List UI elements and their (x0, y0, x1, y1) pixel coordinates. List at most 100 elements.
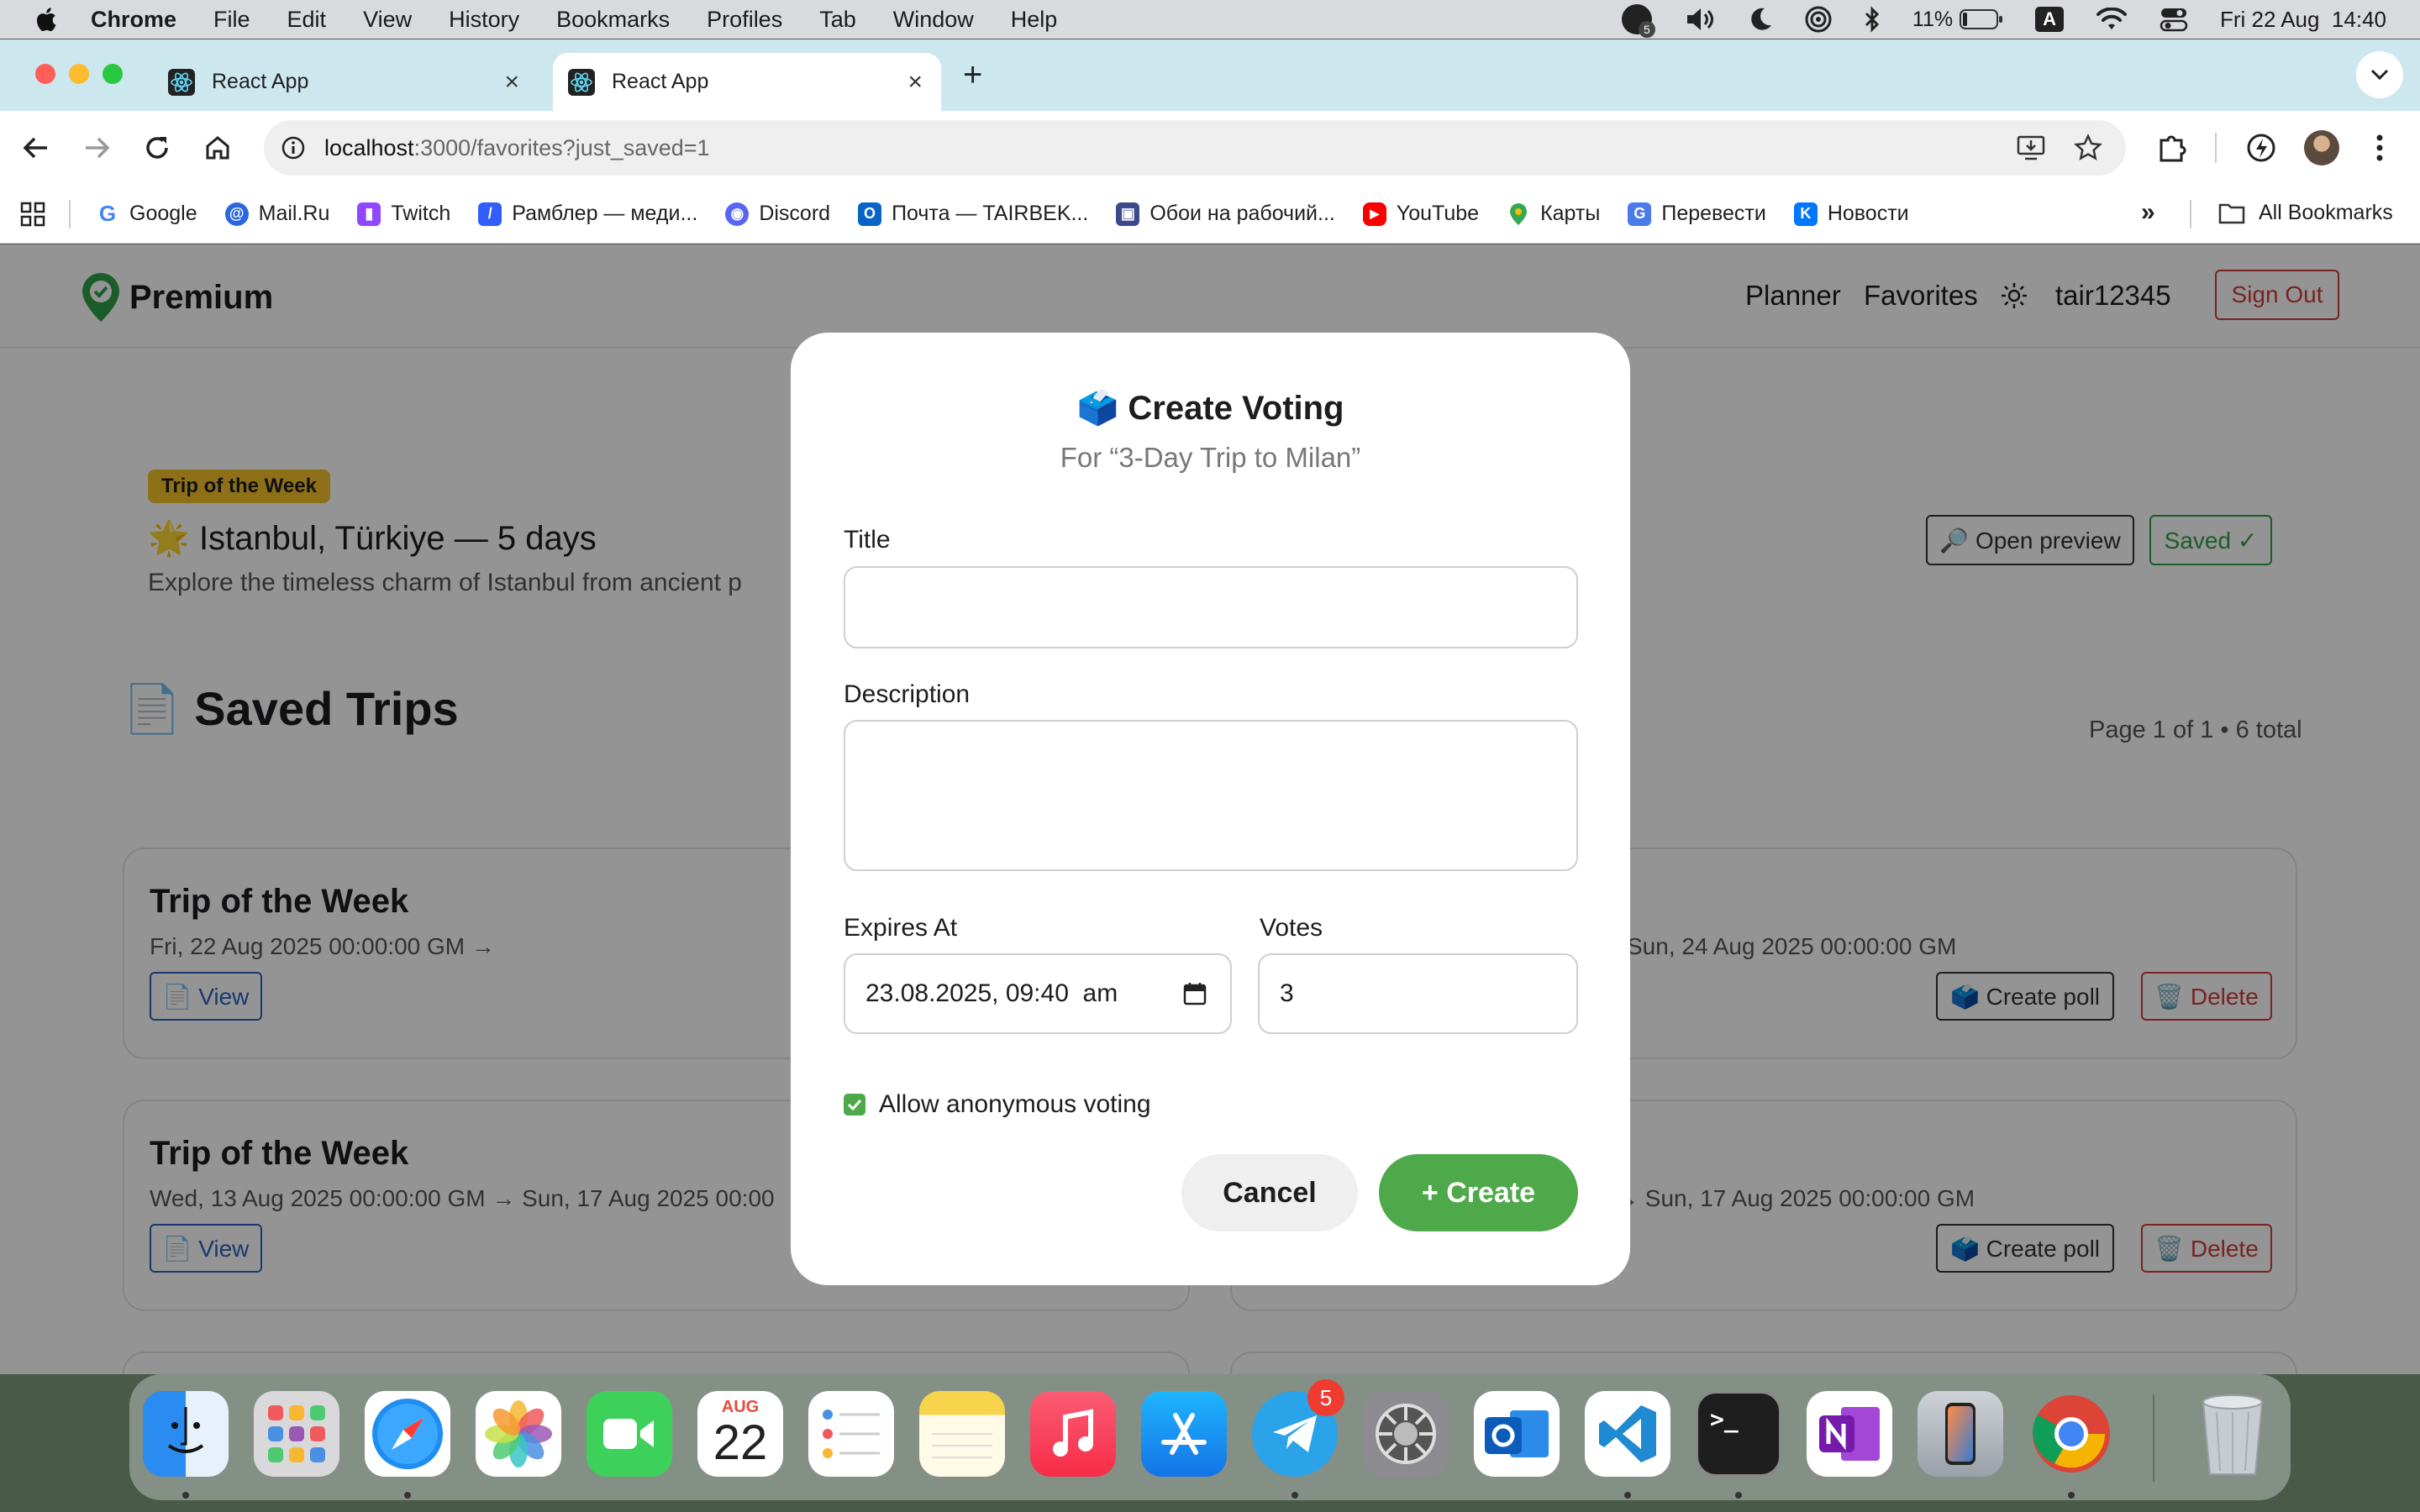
menu-view[interactable]: View (363, 7, 412, 33)
battery-icon[interactable] (1960, 8, 2003, 30)
running-indicator (404, 1492, 411, 1499)
onenote-icon[interactable] (1807, 1391, 1892, 1477)
notes-icon[interactable] (919, 1391, 1005, 1477)
close-tab-icon[interactable]: × (504, 68, 519, 97)
mailru-icon: @ (224, 202, 249, 226)
description-textarea[interactable] (844, 720, 1578, 871)
trash-icon[interactable] (2190, 1391, 2275, 1477)
launchpad-icon[interactable] (254, 1391, 339, 1477)
music-icon[interactable] (1030, 1391, 1116, 1477)
telegram-icon[interactable]: 5 (1252, 1379, 1344, 1477)
more-bookmarks-icon[interactable]: » (2141, 198, 2155, 227)
bookmark-maps[interactable]: Карты (1507, 202, 1600, 226)
menu-file[interactable]: File (213, 7, 250, 33)
cancel-button[interactable]: Cancel (1181, 1154, 1358, 1231)
install-app-icon[interactable] (2017, 134, 2045, 161)
bookmark-youtube[interactable]: ▶ YouTube (1362, 202, 1479, 226)
bookmarks-bar: G Google @ Mail.Ru ▮ Twitch / Рамблер — меди… (0, 185, 2420, 244)
bookmark-label: Новости (1827, 202, 1909, 225)
anonymous-voting-checkbox[interactable] (844, 1094, 865, 1116)
apps-grid-icon[interactable] (20, 202, 45, 227)
modal-title: 🗳️ Create Voting (791, 388, 1630, 428)
bookmark-outlook-mail[interactable]: O Почта — TAIRBEK... (858, 202, 1088, 226)
airdrop-icon[interactable] (1805, 6, 1832, 33)
bookmark-translate[interactable]: G Перевести (1628, 202, 1766, 226)
bookmark-rambler[interactable]: / Рамблер — меди... (478, 202, 697, 226)
wifi-icon[interactable] (2096, 8, 2128, 31)
bookmark-mailru[interactable]: @ Mail.Ru (224, 202, 329, 226)
menu-history[interactable]: History (449, 7, 519, 33)
menu-window[interactable]: Window (893, 7, 974, 33)
forward-arrow-icon[interactable] (82, 134, 111, 161)
home-icon[interactable] (203, 134, 232, 162)
safari-icon[interactable] (365, 1391, 450, 1477)
apple-icon[interactable] (34, 6, 57, 33)
title-input[interactable] (844, 566, 1578, 648)
expires-at-datetime-input[interactable]: 23.08.2025, 09:40 am (844, 953, 1232, 1034)
all-bookmarks-label: All Bookmarks (2259, 201, 2393, 224)
terminal-icon[interactable]: >_ (1696, 1391, 1781, 1477)
bookmark-vk-news[interactable]: K Новости (1793, 202, 1909, 226)
close-window-button[interactable] (35, 64, 55, 84)
running-indicator (1624, 1492, 1631, 1499)
menu-bookmarks[interactable]: Bookmarks (556, 7, 670, 33)
running-indicator (182, 1492, 189, 1499)
new-tab-icon[interactable]: + (963, 56, 982, 94)
outlook-icon[interactable] (1474, 1391, 1560, 1477)
profile-avatar[interactable] (2304, 130, 2339, 165)
tab-search-button[interactable] (2356, 51, 2403, 98)
menu-help[interactable]: Help (1011, 7, 1058, 33)
system-settings-icon[interactable] (1363, 1391, 1449, 1477)
create-voting-modal: 🗳️ Create Voting For “3-Day Trip to Mila… (791, 333, 1630, 1285)
bookmark-twitch[interactable]: ▮ Twitch (357, 202, 450, 226)
votes-input[interactable]: 3 (1258, 953, 1578, 1034)
menu-app-name[interactable]: Chrome (91, 7, 176, 33)
input-source-badge[interactable]: A (2035, 7, 2064, 32)
menu-edit[interactable]: Edit (287, 7, 327, 33)
more-menu-icon[interactable] (2374, 133, 2386, 163)
toolbar-divider (2215, 133, 2217, 163)
browser-tab-1[interactable]: React App × (160, 53, 538, 111)
minimize-window-button[interactable] (69, 64, 89, 84)
checkmark-icon (847, 1099, 862, 1110)
bookmark-google[interactable]: G Google (96, 201, 197, 226)
anonymous-voting-option[interactable]: Allow anonymous voting (844, 1090, 1151, 1119)
chrome-icon[interactable] (2028, 1391, 2114, 1477)
address-bar[interactable]: localhost:3000/favorites?just_saved=1 (264, 120, 2126, 176)
bluetooth-icon[interactable] (1864, 6, 1881, 33)
browser-tab-strip: React App × React App × + (0, 39, 2420, 111)
bookmark-discord[interactable]: ◉ Discord (725, 202, 830, 226)
control-center-icon[interactable] (2160, 7, 2188, 32)
create-button[interactable]: + Create (1379, 1154, 1578, 1231)
bookmark-wallpapers[interactable]: ▣ Обои на рабочий... (1116, 202, 1335, 226)
vk-icon: K (1793, 202, 1818, 226)
vscode-icon[interactable] (1585, 1391, 1670, 1477)
site-info-icon[interactable] (281, 135, 306, 160)
menu-tab[interactable]: Tab (819, 7, 856, 33)
photos-icon[interactable] (476, 1391, 561, 1477)
creative-cloud-icon[interactable]: 5 (1621, 4, 1655, 38)
reload-icon[interactable] (143, 134, 171, 162)
app-store-icon[interactable] (1141, 1391, 1227, 1477)
calendar-month: AUG (721, 1398, 760, 1416)
chevron-down-icon (2370, 69, 2389, 81)
reminders-icon[interactable] (808, 1391, 894, 1477)
extensions-puzzle-icon[interactable] (2156, 132, 2188, 164)
close-tab-icon[interactable]: × (908, 68, 923, 97)
iphone-mirroring-icon[interactable] (1918, 1391, 2003, 1477)
calendar-picker-icon[interactable] (1183, 982, 1207, 1005)
performance-icon[interactable] (2245, 132, 2277, 164)
facetime-icon[interactable] (587, 1391, 672, 1477)
zoom-window-button[interactable] (103, 64, 123, 84)
finder-icon[interactable] (143, 1391, 229, 1477)
menu-profiles[interactable]: Profiles (707, 7, 782, 33)
all-bookmarks-button[interactable]: All Bookmarks (2218, 201, 2393, 225)
browser-tab-2-active[interactable]: React App × (553, 53, 941, 111)
menu-clock[interactable]: Fri 22 Aug 14:40 (2220, 7, 2386, 33)
back-arrow-icon[interactable] (22, 134, 50, 161)
do-not-disturb-icon[interactable] (1749, 7, 1773, 32)
calendar-icon[interactable]: AUG 22 (697, 1391, 783, 1477)
menu-badge-count: 5 (1638, 21, 1655, 38)
bookmark-star-icon[interactable] (2074, 134, 2102, 162)
volume-icon[interactable] (1684, 7, 1718, 32)
